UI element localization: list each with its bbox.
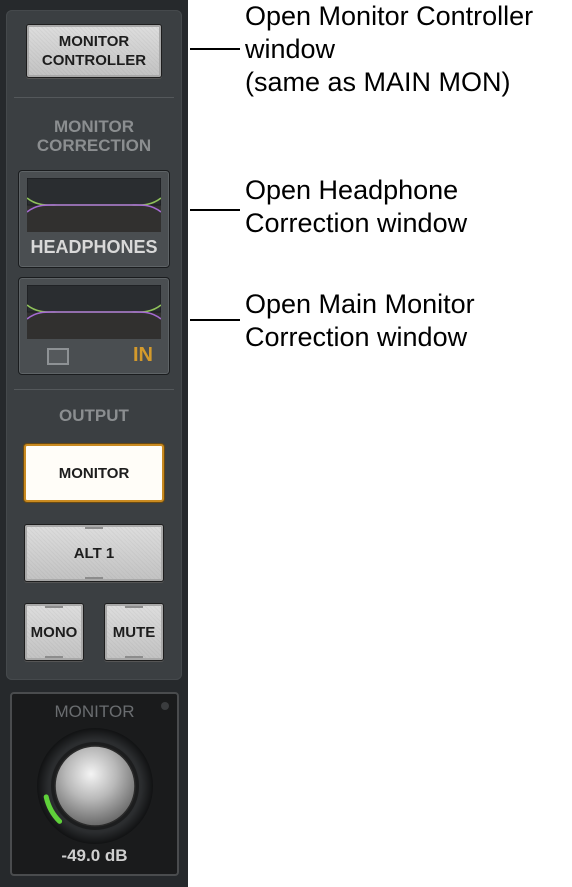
annotation-headphone-correction: Open Headphone Correction window — [245, 175, 468, 238]
divider — [14, 97, 174, 98]
monitor-controller-button[interactable]: MONITOR CONTROLLER — [26, 24, 162, 78]
mute-label: MUTE — [112, 623, 156, 641]
monitor-correction-label: MONITOR CORRECTION — [36, 117, 152, 155]
divider — [14, 389, 174, 390]
bypass-square-icon[interactable] — [47, 348, 69, 365]
main-monitor-eq-curve — [27, 285, 161, 339]
output-monitor-label: MONITOR — [58, 464, 130, 482]
mute-button[interactable]: MUTE — [104, 603, 164, 661]
output-monitor-button[interactable]: MONITOR — [24, 444, 164, 502]
monitor-controller-label: MONITOR CONTROLLER — [41, 33, 147, 69]
status-dot — [161, 702, 169, 710]
monitor-level-knob[interactable] — [32, 724, 158, 846]
headphone-correction-button[interactable]: HEADPHONES — [18, 170, 170, 268]
callout-line — [190, 48, 240, 50]
annotation-monitor-controller: Open Monitor Controller window (same as … — [245, 1, 534, 97]
callout-line — [190, 319, 240, 321]
mono-label: MONO — [30, 623, 78, 641]
correction-in-indicator[interactable]: IN — [133, 344, 153, 367]
headphone-eq-curve — [27, 178, 161, 232]
main-monitor-correction-button[interactable]: IN — [18, 277, 170, 375]
callout-line — [190, 209, 240, 211]
output-label: OUTPUT — [59, 406, 129, 425]
annotation-main-monitor-correction: Open Main Monitor Correction window — [245, 289, 475, 352]
alt1-button[interactable]: ALT 1 — [24, 524, 164, 582]
alt1-label: ALT 1 — [73, 544, 115, 562]
headphones-label: HEADPHONES — [30, 237, 158, 257]
mono-button[interactable]: MONO — [24, 603, 84, 661]
knob-title: MONITOR — [54, 702, 135, 721]
knob-value: -49.0 dB — [61, 846, 128, 865]
monitor-strip: MONITOR CONTROLLER MONITOR CORRECTION HE… — [0, 0, 188, 887]
monitor-level-panel: MONITOR -49.0 dB — [10, 692, 179, 876]
